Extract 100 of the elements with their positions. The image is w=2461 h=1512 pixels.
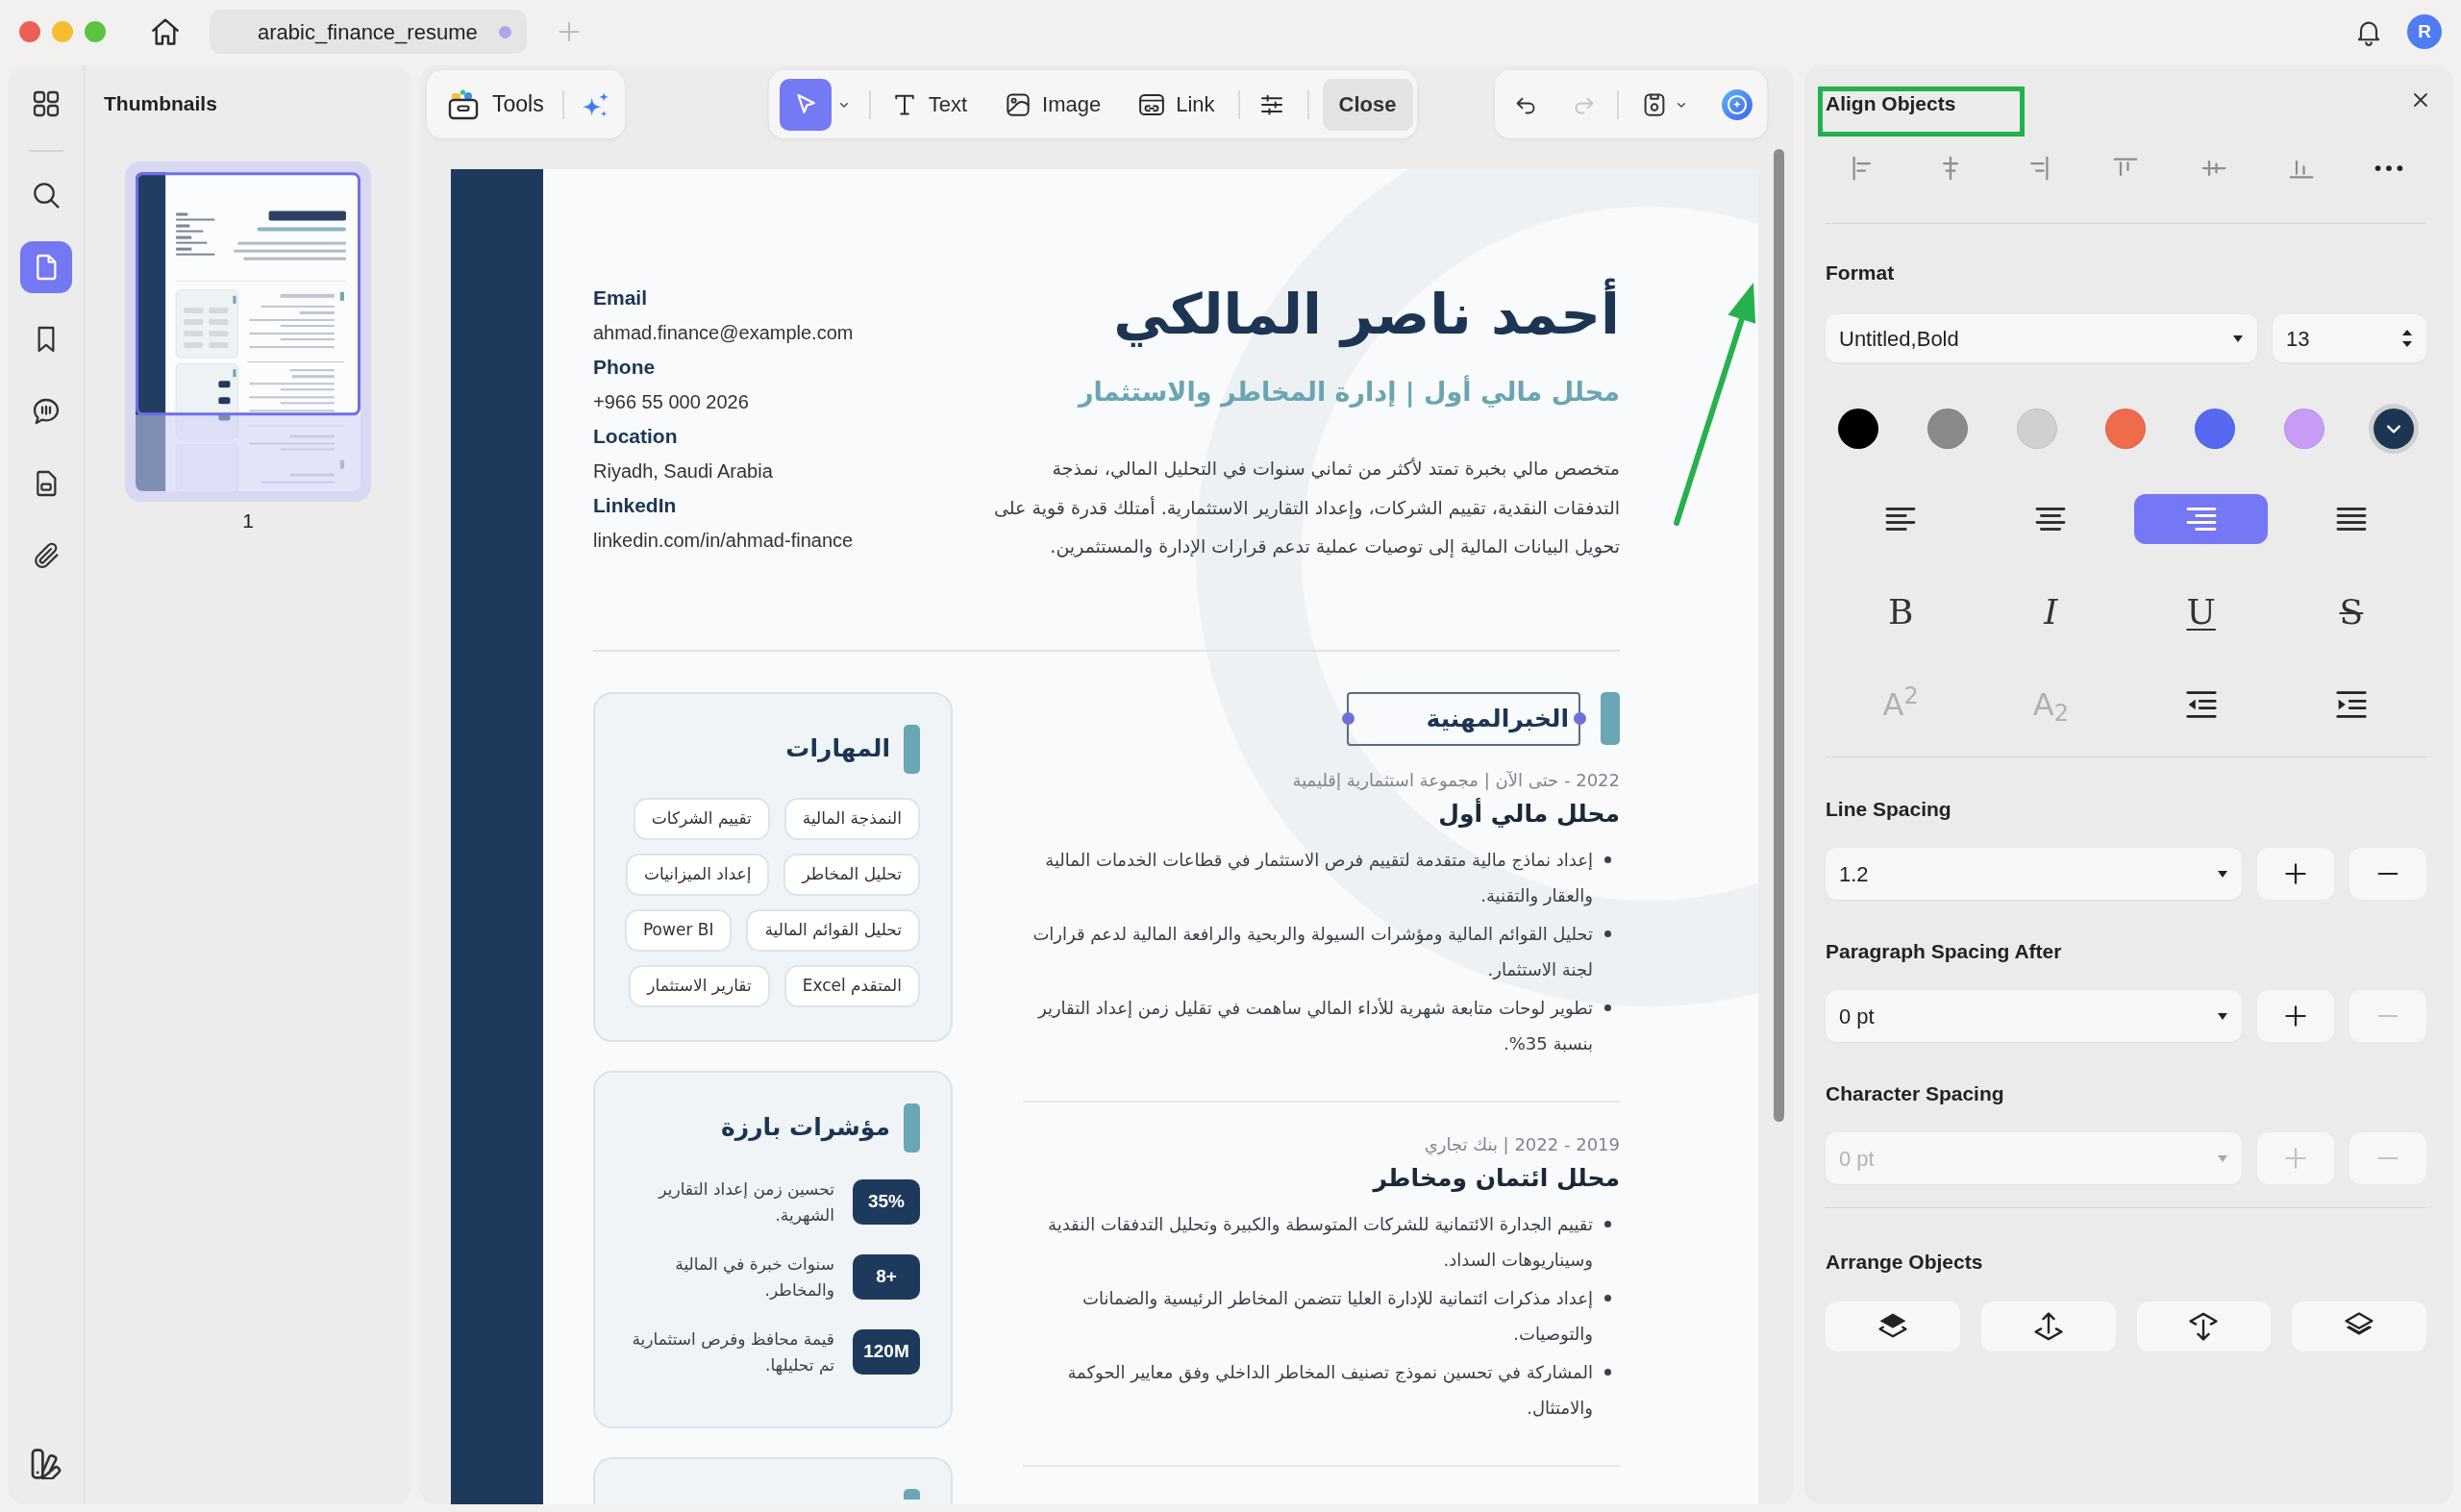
text-justify-icon[interactable] bbox=[2334, 506, 2368, 533]
contact-label: Email bbox=[593, 285, 648, 310]
outdent-icon[interactable] bbox=[2185, 690, 2217, 719]
accent-bar bbox=[904, 724, 920, 774]
bullet-text: إعداد نماذج مالية متقدمة لتقييم فرص الاستثمار في قطاعات الخدمات المالية والعقار والتقنية. bbox=[1044, 848, 1593, 908]
bullet-icon bbox=[1604, 1368, 1611, 1376]
section-title: Arrange Objects bbox=[1826, 1251, 1983, 1274]
swatch-fan-icon[interactable] bbox=[30, 1449, 62, 1479]
bring-forward-button[interactable] bbox=[1980, 1301, 2116, 1351]
bullet-text: المشاركة في تحسين نموذج تصنيف المخاطر الداخلي وفق معايير الحوكمة والامتثال. bbox=[1066, 1360, 1593, 1421]
job-period: 2022 - حتى الآن | مجموعة استثمارية إقليمية bbox=[1292, 768, 1620, 793]
contact-value: Riyadh, Saudi Arabia bbox=[593, 459, 773, 483]
accent-bar bbox=[904, 1103, 920, 1153]
send-backward-button[interactable] bbox=[2136, 1301, 2272, 1351]
more-icon[interactable] bbox=[2374, 164, 2403, 172]
dropdown-icon bbox=[2217, 1011, 2228, 1021]
contact-label: Location bbox=[593, 424, 678, 449]
spacing-select[interactable]: 1.2 bbox=[1826, 848, 2242, 900]
accent-bar bbox=[1601, 692, 1620, 745]
layer-arrow-up-icon bbox=[2033, 1312, 2063, 1341]
bullet-icon bbox=[1604, 1004, 1611, 1011]
job-title: محلل ائتمان ومخاطر bbox=[1373, 1162, 1620, 1195]
toolbox-icon bbox=[446, 87, 481, 122]
sidebar-tab[interactable] bbox=[19, 241, 72, 293]
color-swatch[interactable] bbox=[2105, 409, 2147, 449]
strikethrough-style[interactable]: S bbox=[2339, 587, 2364, 637]
metric-text: سنوات خبرة في المالية والمخاطر. bbox=[674, 1252, 834, 1301]
spacing-select[interactable]: 0 pt bbox=[1826, 990, 2242, 1042]
indent-icon[interactable] bbox=[2335, 690, 2367, 719]
accent-bar bbox=[904, 1488, 920, 1500]
color-swatch[interactable] bbox=[2016, 409, 2057, 449]
chevron-down-icon bbox=[2386, 424, 2400, 434]
skill-tag: تقارير الاستثمار bbox=[629, 964, 770, 1007]
metric-badge: 120M bbox=[853, 1329, 920, 1375]
selection-handle[interactable] bbox=[1573, 712, 1586, 725]
close-window-button[interactable] bbox=[19, 21, 40, 42]
bullet-icon bbox=[1604, 1294, 1611, 1301]
field-label: Character Spacing bbox=[1826, 1082, 2004, 1105]
send-to-back-button[interactable] bbox=[2292, 1301, 2426, 1351]
metric-text: تحسين زمن إعداد التقارير الشهرية. bbox=[657, 1177, 834, 1227]
section-heading: مؤشرات بارزة bbox=[721, 1112, 890, 1144]
tools-button[interactable]: Tools bbox=[440, 79, 550, 130]
text-align-center-icon[interactable] bbox=[2034, 506, 2068, 533]
section-title: Format bbox=[1826, 261, 1895, 285]
bullet-icon bbox=[1604, 855, 1611, 863]
text-align-left-icon[interactable] bbox=[1884, 506, 1918, 533]
skill-tag: إعداد الميزانيات bbox=[625, 853, 770, 896]
selection-handle[interactable] bbox=[1341, 712, 1355, 725]
text-align-right-button[interactable] bbox=[2134, 494, 2269, 544]
font-size-field[interactable]: 13 bbox=[2273, 314, 2426, 362]
layer-arrow-down-icon bbox=[2189, 1312, 2219, 1341]
color-swatch[interactable] bbox=[2195, 409, 2236, 449]
metric-badge: 35% bbox=[853, 1179, 920, 1225]
select-tool[interactable] bbox=[779, 78, 832, 131]
skill-tag: النمذجة المالية bbox=[783, 797, 920, 840]
section-heading: المهارات bbox=[785, 733, 890, 764]
color-swatch[interactable] bbox=[2284, 409, 2325, 449]
bullet-icon bbox=[1604, 930, 1611, 937]
metric-badge: 8+ bbox=[853, 1254, 920, 1300]
metric-text: قيمة محافظ وفرص استثمارية تم تحليلها. bbox=[631, 1327, 834, 1377]
job-title: محلل مالي أول bbox=[1438, 797, 1620, 830]
job-headline: محلل مالي أول | إدارة المخاطر والاستثمار bbox=[1078, 374, 1620, 409]
color-swatch[interactable] bbox=[1838, 409, 1878, 449]
field-label: Paragraph Spacing After bbox=[1826, 940, 2062, 963]
summary-text: متخصص مالي بخبرة تمتد لأكثر من ثماني سنوات في التحليل المالي، نمذجة التدفقات النقدية، تقييم الشركات، وإعداد التقارير الاستثمارية. أمتلك قدرة قوية على تحويل البيانات المالية إلى توصيات عملية تدعم قرارات الإدارة والمستثمرين. bbox=[992, 457, 1620, 559]
document-tab[interactable]: arabic_finance_resume bbox=[210, 10, 527, 54]
user-avatar[interactable]: R bbox=[2407, 14, 2442, 49]
italic-style[interactable]: I bbox=[2044, 587, 2058, 637]
contact-value: linkedin.com/in/ahmad-finance bbox=[593, 529, 854, 553]
underline-style[interactable]: U bbox=[2186, 587, 2216, 637]
dropdown-icon bbox=[2232, 334, 2244, 343]
skill-tag: Power BI bbox=[624, 908, 733, 952]
close-button[interactable]: Close bbox=[1322, 78, 1413, 131]
stepper-icon[interactable] bbox=[2401, 329, 2413, 348]
image-tool[interactable]: Image bbox=[998, 78, 1107, 131]
dropdown-icon bbox=[2217, 869, 2228, 879]
skill-tag: تحليل القوائم المالية bbox=[746, 908, 920, 952]
bullet-text: تحليل القوائم المالية ومؤشرات السيولة والربحية والرافعة المالية لدعم قرارات لجنة الاستثمار. bbox=[1032, 922, 1593, 981]
color-swatch[interactable] bbox=[1927, 409, 1968, 449]
section-title: Align Objects bbox=[1826, 92, 1956, 115]
font-select[interactable]: Untitled,Bold bbox=[1826, 314, 2257, 362]
bullet-icon bbox=[1604, 1220, 1611, 1227]
text-tool[interactable]: Text bbox=[883, 78, 974, 131]
skill-tag: تحليل المخاطر bbox=[783, 853, 920, 896]
page-number: 1 bbox=[242, 509, 254, 533]
bold-style[interactable]: B bbox=[1887, 587, 1914, 637]
assistant-icon[interactable] bbox=[1720, 87, 1753, 121]
bullet-text: تطوير لوحات متابعة شهرية للأداء المالي ساهمت في تقليل زمن إعداد التقارير بنسبة 35%. bbox=[1036, 996, 1593, 1055]
link-tool[interactable]: Link bbox=[1131, 78, 1221, 131]
bullet-text: إعداد مذكرات ائتمانية للإدارة العليا تتضمن المخاطر الرئيسية والضمانات والتوصيات. bbox=[1081, 1286, 1593, 1347]
contact-label: Phone bbox=[593, 355, 656, 380]
contact-label: LinkedIn bbox=[593, 493, 677, 518]
section-heading: الخبرالمهنية bbox=[1426, 703, 1569, 735]
job-period: 2019 - 2022 | بنك تجاري bbox=[1424, 1132, 1620, 1157]
page-thumbnail[interactable] bbox=[125, 161, 371, 502]
field-label: Line Spacing bbox=[1826, 798, 1951, 821]
scrollbar-thumb[interactable] bbox=[1774, 149, 1784, 1122]
bullet-text: تقييم الجدارة الائتمانية للشركات المتوسطة والكبيرة وتحليل التدفقات النقدية وسيناريوهات السداد. bbox=[1047, 1212, 1593, 1273]
bring-to-front-button[interactable] bbox=[1826, 1301, 1960, 1351]
skill-tag: Excel المتقدم bbox=[783, 964, 920, 1007]
